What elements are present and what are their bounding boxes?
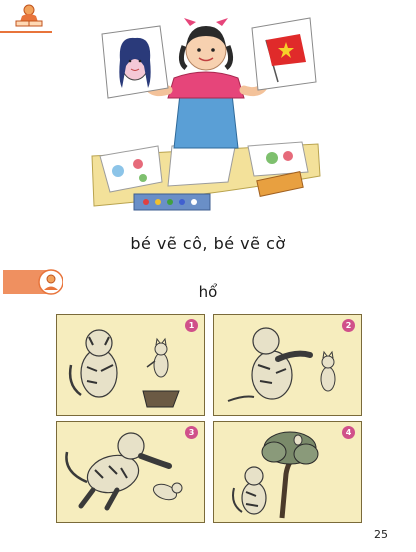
caption: bé vẽ cô, bé vẽ cờ (130, 234, 286, 253)
story-panel-1: 1 (56, 314, 205, 416)
story-panel-3: 3 (56, 421, 205, 523)
panel-number-3: 3 (185, 426, 198, 439)
story-panel-4: 4 (213, 421, 362, 523)
panel-number-4: 4 (342, 426, 355, 439)
page-number: 25 (374, 528, 388, 541)
panel-number-2: 2 (342, 319, 355, 332)
story-title: hổ (198, 283, 218, 301)
header-rule (0, 31, 52, 33)
reading-child-icon (10, 2, 48, 30)
girl-drawing-illustration (88, 6, 324, 218)
story-panel-2: 2 (213, 314, 362, 416)
panel-number-1: 1 (185, 319, 198, 332)
